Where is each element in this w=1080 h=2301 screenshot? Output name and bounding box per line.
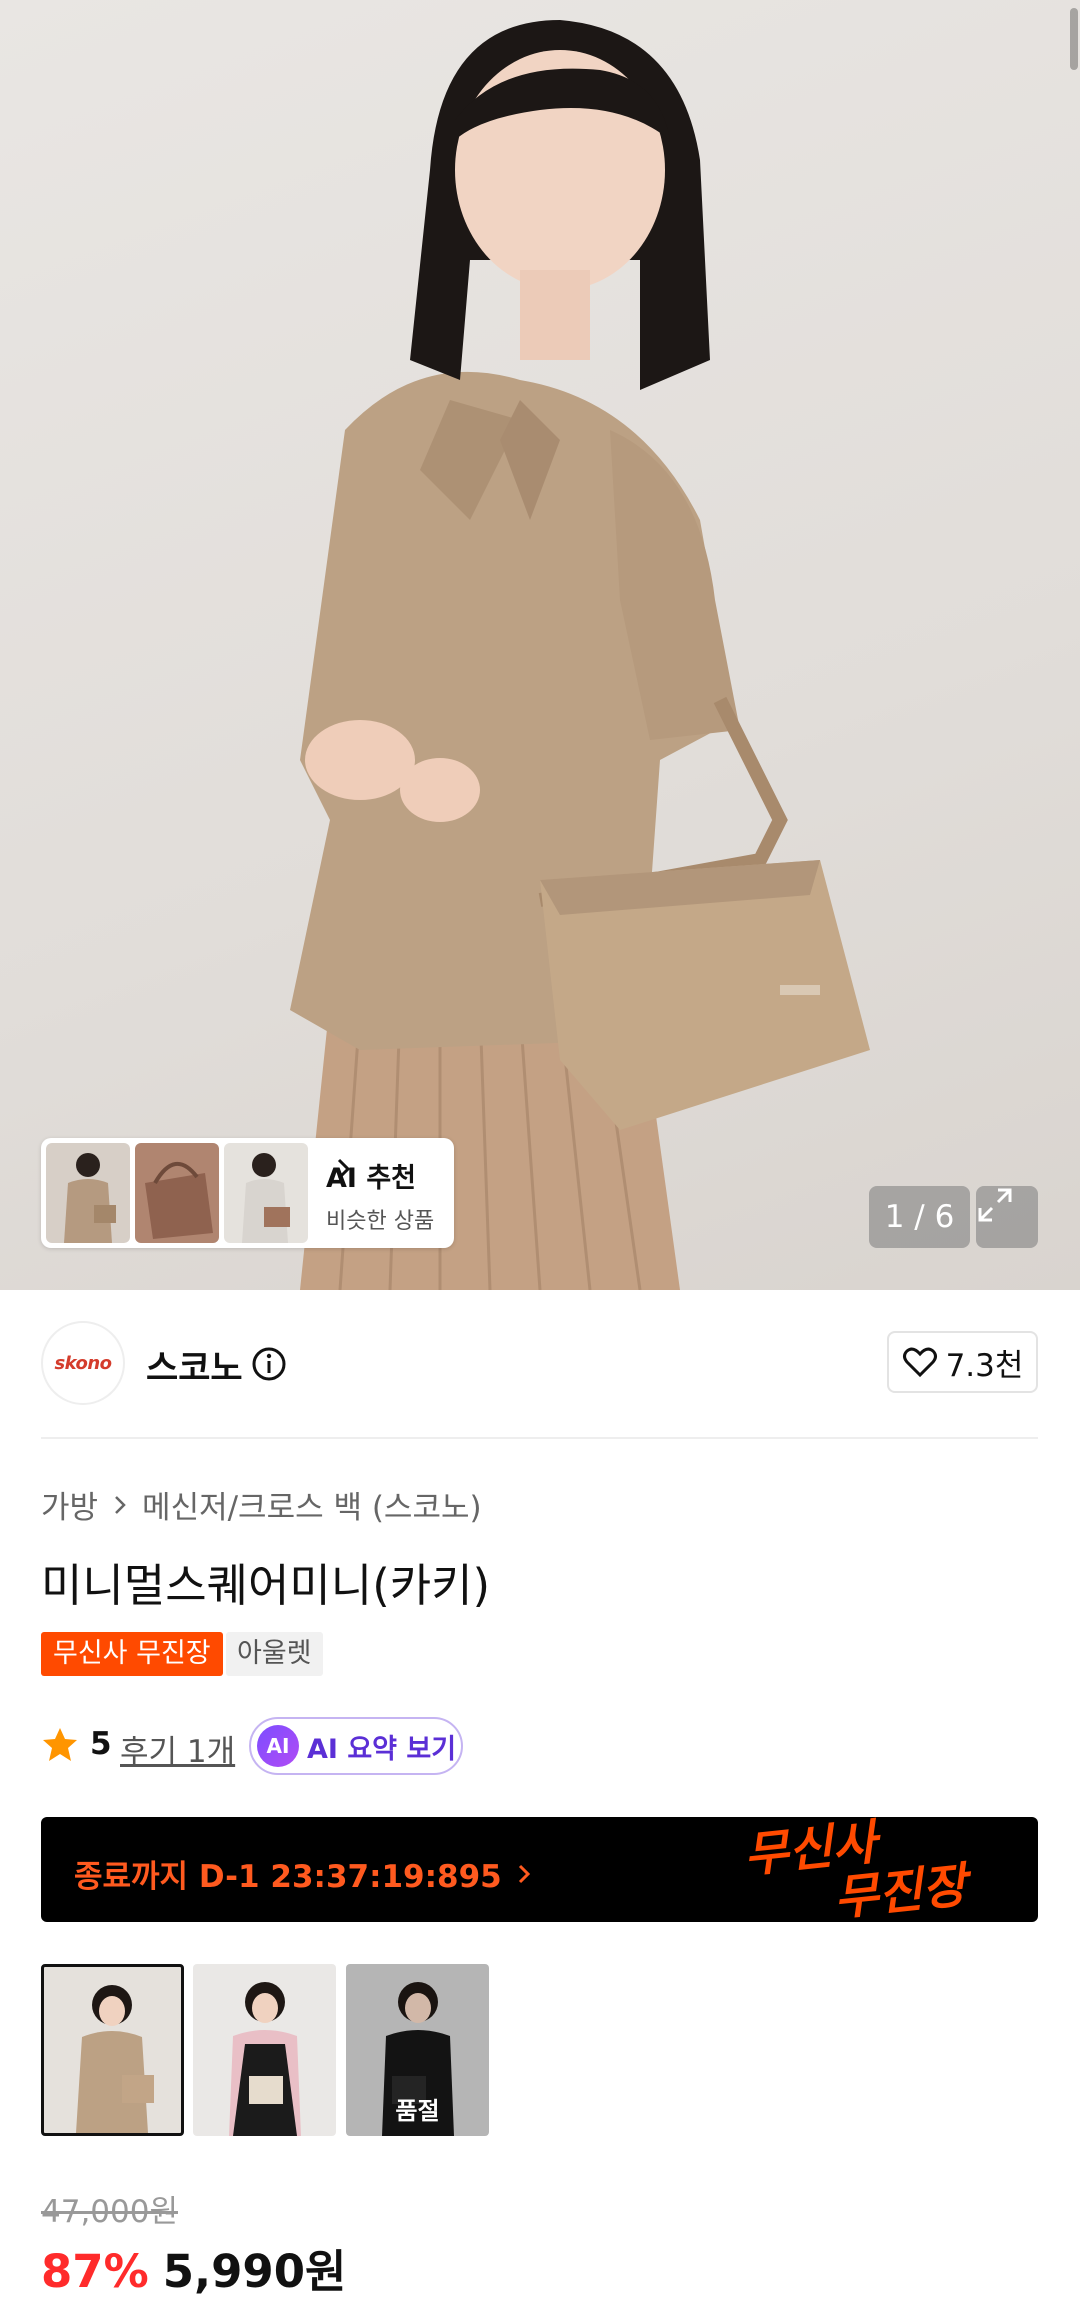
breadcrumb-category[interactable]: 가방 (41, 1482, 98, 1527)
heart-icon (902, 1347, 937, 1378)
breadcrumb: 가방 메신저/크로스 백 (스코노) (41, 1482, 482, 1527)
star-icon (43, 1728, 77, 1761)
product-title: 미니멀스퀘어미니(카키) (41, 1559, 491, 1612)
ai-badge-icon: AI (257, 1725, 299, 1767)
brand-logo[interactable]: skono (41, 1321, 125, 1405)
countdown-text: 종료까지 D-1 23:37:19:895 (74, 1851, 532, 1896)
countdown-label: 종료까지 D-1 23:37:19:895 (74, 1859, 502, 1895)
tag-outlet: 아울렛 (226, 1632, 323, 1676)
chevron-right-icon (518, 1864, 530, 1883)
product-hero-image[interactable]: AI 추천 비슷한 상품 1 / 6 (0, 0, 1080, 1290)
musinsa-mujinjang-logo: 무신사 무진장 (741, 1817, 975, 1922)
ai-summary-label: AI 요약 보기 (307, 1733, 457, 1765)
ai-recommend-title[interactable]: AI 추천 (326, 1156, 434, 1195)
price-row: 87% 5,990원 (41, 2235, 346, 2300)
option-thumb-khaki[interactable] (41, 1964, 184, 2136)
reviews-link[interactable]: 후기 1개 (120, 1726, 235, 1771)
expand-icon (978, 1188, 1012, 1222)
expand-button[interactable] (976, 1186, 1038, 1248)
tag-musinsa-mujinjang: 무신사 무진장 (41, 1632, 223, 1676)
rating-value: 5 (90, 1726, 112, 1762)
option-image (229, 1982, 301, 2136)
like-button[interactable]: 7.3천 (887, 1331, 1038, 1393)
soldout-label: 품절 (395, 2097, 440, 2125)
info-icon[interactable] (251, 1346, 287, 1382)
discount-rate: 87% (41, 2245, 149, 2298)
option-thumb-black[interactable]: 품절 (346, 1964, 489, 2136)
ai-summary-button[interactable]: AI AI 요약 보기 (249, 1717, 463, 1775)
original-price: 47,000원 (41, 2194, 178, 2230)
chevron-right-icon (337, 1158, 351, 1180)
ai-thumb-3[interactable] (224, 1143, 308, 1243)
like-count: 7.3천 (945, 1347, 1024, 1384)
ai-recommend-strip[interactable]: AI 추천 비슷한 상품 (41, 1138, 454, 1248)
divider (41, 1437, 1038, 1439)
ai-thumb-2[interactable] (135, 1143, 219, 1243)
ai-thumb-1[interactable] (46, 1143, 130, 1243)
model-photo (290, 20, 870, 1290)
image-counter: 1 / 6 (869, 1186, 970, 1248)
scrollbar[interactable] (1070, 8, 1078, 70)
option-image (76, 1985, 154, 2133)
final-price: 5,990원 (162, 2245, 347, 2298)
chevron-right-icon (115, 1495, 126, 1514)
ai-recommend-sub: 비슷한 상품 (326, 1209, 435, 1234)
breadcrumb-subcategory[interactable]: 메신저/크로스 백 (스코노) (142, 1482, 482, 1527)
countdown-banner[interactable]: 종료까지 D-1 23:37:19:895 무신사 무진장 (41, 1817, 1038, 1922)
option-thumb-pink[interactable] (193, 1964, 336, 2136)
brand-name[interactable]: 스코노 (146, 1340, 243, 1391)
